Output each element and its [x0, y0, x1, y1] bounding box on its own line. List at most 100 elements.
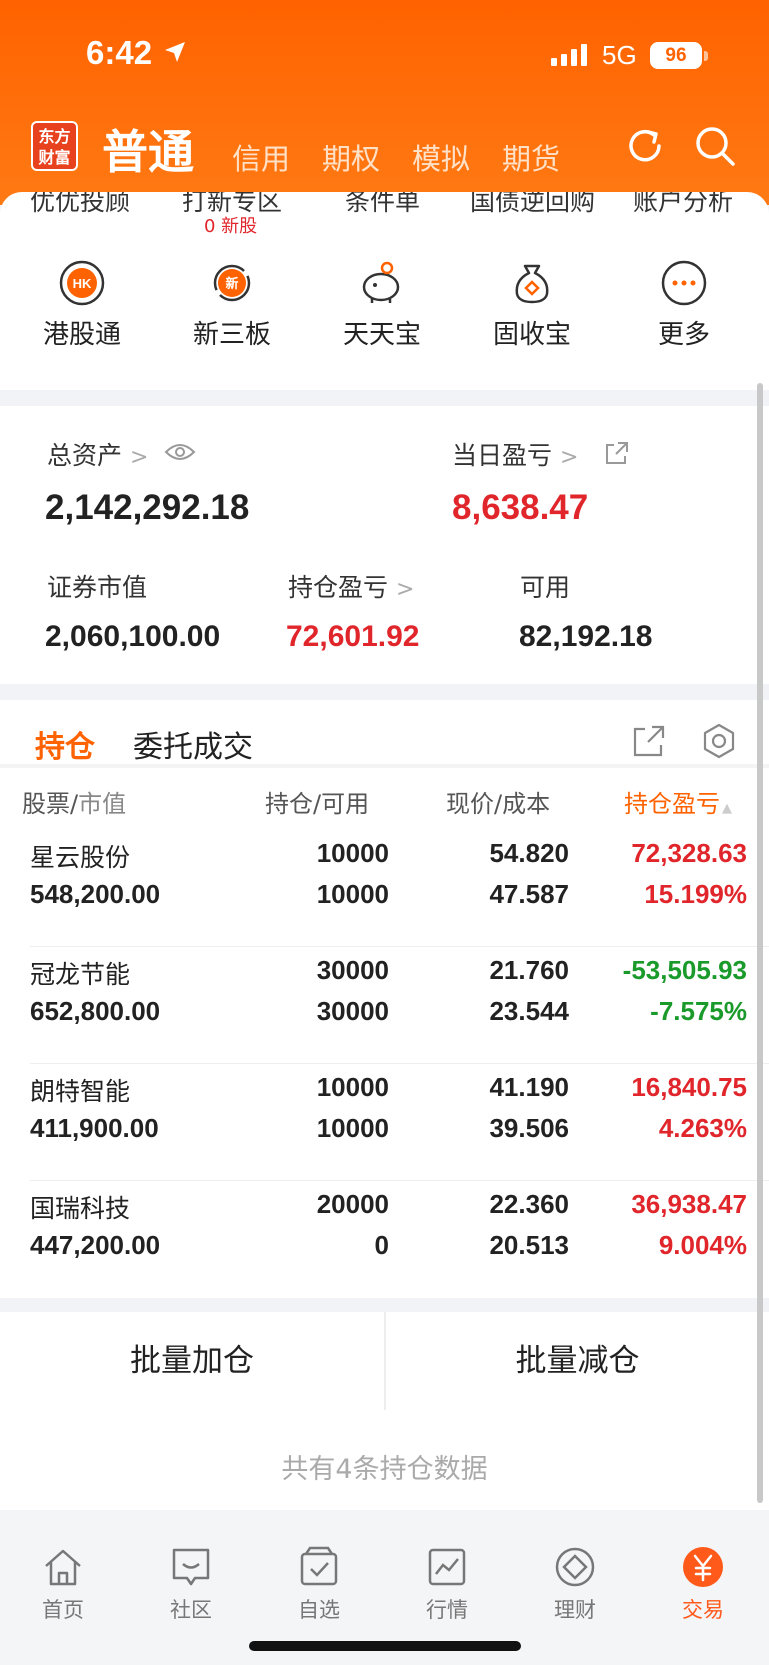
- eye-icon[interactable]: [164, 440, 196, 464]
- batch-add-button[interactable]: 批量加仓: [0, 1312, 384, 1410]
- tab-orders[interactable]: 委托成交: [133, 722, 253, 766]
- cost-price: 20.513: [489, 1230, 569, 1260]
- wealth-icon: [555, 1547, 595, 1587]
- stock-name: 星云股份: [30, 843, 131, 872]
- batch-reduce-button[interactable]: 批量减仓: [386, 1312, 769, 1410]
- signal-icon: [551, 44, 587, 66]
- column-hold-avail[interactable]: 持仓/可用: [265, 784, 369, 819]
- export-icon[interactable]: [632, 724, 666, 758]
- entry-gushoubao[interactable]: 固收宝: [472, 258, 592, 351]
- section-divider: [0, 390, 769, 406]
- header-avail: 可用: [321, 790, 370, 818]
- tab-normal[interactable]: 普通: [102, 116, 194, 182]
- scrollbar[interactable]: [757, 383, 763, 1503]
- market-value: 2,060,100.00: [45, 620, 221, 653]
- holding-pl-label[interactable]: 持仓盈亏 >: [288, 568, 414, 604]
- row-divider: [30, 1063, 769, 1064]
- section-divider: [0, 684, 769, 700]
- entry-more[interactable]: 更多: [624, 258, 744, 351]
- piggy-bank-icon: [362, 261, 400, 303]
- entry-new-board[interactable]: 新 新三板: [172, 258, 292, 351]
- svg-text:HK: HK: [73, 276, 92, 291]
- nav-label: 理财: [554, 1598, 596, 1622]
- logo-text: 东方财富: [38, 127, 71, 167]
- entry-label: 港股通: [42, 320, 121, 350]
- refresh-icon[interactable]: [623, 124, 667, 168]
- total-assets-text: 总资产: [47, 441, 123, 470]
- hk-icon: HK: [59, 260, 105, 306]
- tab-positions[interactable]: 持仓: [35, 722, 95, 766]
- market-value-label: 证券市值: [47, 573, 148, 602]
- market-icon: [428, 1548, 466, 1586]
- entry-label: 更多: [657, 320, 710, 350]
- column-holding-pl[interactable]: 持仓盈亏 ▲: [624, 784, 732, 819]
- entry-hk-connect[interactable]: HK 港股通: [22, 258, 142, 351]
- svg-text:新: 新: [225, 276, 238, 292]
- column-stock-mv[interactable]: 股票/市值: [22, 784, 126, 819]
- column-price-cost[interactable]: 现价/成本: [446, 784, 550, 819]
- entry-conditional-order[interactable]: 条件单: [345, 192, 420, 218]
- row-divider: [30, 946, 769, 947]
- battery-cap: [704, 51, 708, 61]
- holding-qty: 20000: [316, 1189, 389, 1219]
- holding-pl: 16,840.75: [631, 1072, 747, 1102]
- tab-credit[interactable]: 信用: [232, 136, 290, 178]
- row-divider: [30, 1180, 769, 1181]
- stock-name: 国瑞科技: [30, 1194, 131, 1223]
- entry-reverse-repo[interactable]: 国债逆回购: [470, 192, 595, 218]
- cost-price: 39.506: [489, 1113, 569, 1143]
- nav-watchlist[interactable]: 自选: [274, 1544, 364, 1624]
- asset-summary-card: 总资产 > 2,142,292.18 当日盈亏 > 8,638.47 证券市值 2,…: [0, 406, 769, 684]
- available-qty: 10000: [316, 1113, 389, 1143]
- more-icon: [661, 260, 707, 306]
- app-header: 6:42 5G 96 东方财富 普通 信用 期权 模拟 期货: [0, 0, 769, 205]
- tab-simulation[interactable]: 模拟: [412, 136, 470, 178]
- entry-label: 固收宝: [492, 320, 571, 350]
- cost-price: 47.587: [489, 879, 569, 909]
- nav-trade[interactable]: 交易: [658, 1544, 748, 1624]
- settings-gear-icon[interactable]: [700, 722, 738, 760]
- current-price: 41.190: [489, 1072, 569, 1102]
- header-pl: 持仓盈亏: [624, 790, 720, 818]
- holding-qty: 10000: [316, 838, 389, 868]
- market-value: 652,800.00: [30, 996, 161, 1026]
- holding-pl-pct: -7.575%: [650, 996, 747, 1026]
- header-price: 现价: [446, 790, 494, 818]
- share-icon[interactable]: [604, 440, 630, 466]
- available-qty: 0: [374, 1230, 389, 1260]
- holding-pl-text: 持仓盈亏: [288, 573, 389, 602]
- network-label: 5G: [602, 40, 637, 70]
- home-indicator: [249, 1641, 521, 1651]
- market-value: 411,900.00: [30, 1113, 159, 1143]
- nav-market[interactable]: 行情: [402, 1544, 492, 1624]
- daily-pl-label[interactable]: 当日盈亏 >: [452, 436, 578, 472]
- total-assets-label[interactable]: 总资产 >: [47, 436, 148, 472]
- holding-pl: -53,505.93: [622, 955, 747, 985]
- home-icon: [45, 1549, 81, 1586]
- nav-wealth[interactable]: 理财: [530, 1544, 620, 1624]
- nav-label: 交易: [682, 1598, 724, 1622]
- tab-options[interactable]: 期权: [322, 136, 380, 178]
- entry-advisor[interactable]: 优优投顾: [30, 192, 130, 218]
- holding-pl-pct: 9.004%: [658, 1230, 747, 1260]
- nav-community[interactable]: 社区: [146, 1544, 236, 1624]
- tab-futures[interactable]: 期货: [502, 136, 560, 178]
- cost-price: 23.544: [489, 996, 569, 1026]
- new-board-icon: 新: [213, 264, 251, 302]
- stock-name: 朗特智能: [30, 1077, 131, 1106]
- battery-icon: 96: [650, 42, 702, 69]
- positions-count: 共有4条持仓数据: [0, 1410, 769, 1510]
- header-hold: 持仓: [265, 790, 313, 818]
- sort-icon: ▲: [722, 801, 732, 816]
- nav-home[interactable]: 首页: [18, 1544, 108, 1624]
- entry-label: 新三板: [192, 320, 271, 350]
- entry-account-analysis[interactable]: 账户分析: [633, 192, 733, 218]
- holding-pl-pct: 4.263%: [658, 1113, 747, 1143]
- nav-label: 行情: [426, 1598, 468, 1622]
- total-assets-value: 2,142,292.18: [45, 488, 250, 527]
- entry-tiantianbao[interactable]: 天天宝: [322, 258, 442, 351]
- market-value: 447,200.00: [30, 1230, 161, 1260]
- search-icon[interactable]: [693, 124, 737, 168]
- current-price: 21.760: [489, 955, 569, 985]
- community-icon: [172, 1548, 210, 1586]
